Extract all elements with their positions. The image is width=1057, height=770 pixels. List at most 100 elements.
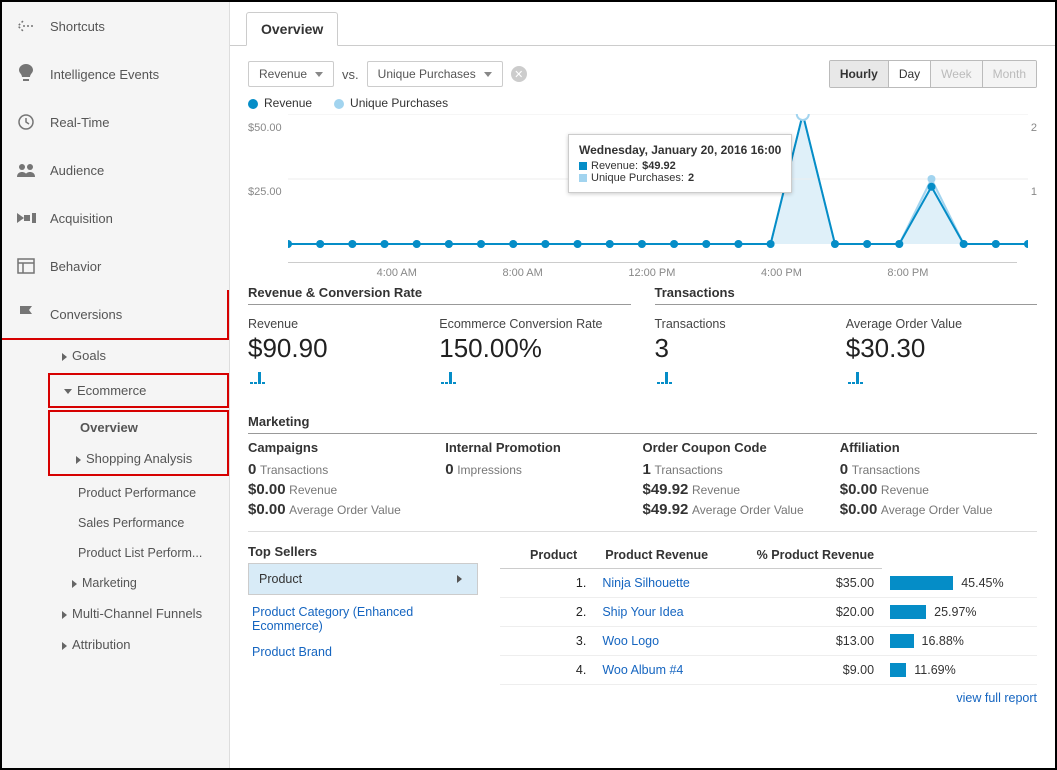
view-full-report-link[interactable]: view full report [230, 691, 1037, 705]
mk-line: 0 Transactions [248, 461, 445, 478]
time-toggle: Hourly Day Week Month [829, 60, 1037, 88]
metrics: Revenue $90.90 Ecommerce Conversion Rate… [248, 313, 631, 396]
highlight-ecommerce: Ecommerce [48, 373, 229, 408]
clear-metric-button[interactable]: ✕ [511, 66, 527, 82]
nav-label: Overview [80, 420, 138, 435]
nav-overview[interactable]: Overview [50, 412, 227, 443]
dimension-category-link[interactable]: Product Category (Enhanced Ecommerce) [248, 595, 478, 635]
mk-line: $49.92 Revenue [643, 481, 840, 498]
tooltip-value: $49.92 [642, 160, 676, 172]
nav-sales-performance[interactable]: Sales Performance [2, 508, 229, 538]
marketing-col: Affiliation0 Transactions$0.00 Revenue$0… [840, 440, 1037, 521]
pct-cell: 11.69% [882, 656, 1037, 685]
legend-label: Unique Purchases [350, 96, 448, 110]
th-revenue[interactable]: Product Revenue [594, 544, 716, 569]
tooltip-row: Unique Purchases: 2 [579, 172, 781, 184]
nav-label: Acquisition [50, 211, 113, 226]
metric1-select[interactable]: Revenue [248, 61, 334, 87]
marketing-columns: Campaigns0 Transactions$0.00 Revenue$0.0… [248, 440, 1037, 532]
nav-label: Shortcuts [50, 19, 105, 34]
dot-icon [248, 99, 258, 109]
x-tick: 8:00 PM [887, 267, 928, 279]
product-link[interactable]: Ship Your Idea [602, 605, 683, 619]
nav-label: Goals [72, 348, 106, 363]
nav-realtime[interactable]: Real-Time [2, 98, 229, 146]
top-sellers-dimensions: Top Sellers Product Product Category (En… [248, 544, 478, 685]
section-title: Revenue & Conversion Rate [248, 279, 631, 305]
mk-line: 0 Impressions [445, 461, 642, 478]
nav-multi-channel[interactable]: Multi-Channel Funnels [2, 598, 229, 629]
top-sellers: Top Sellers Product Product Category (En… [248, 544, 1037, 685]
sparkline [848, 370, 1037, 384]
nav-label: Behavior [50, 259, 101, 274]
product-revenue: $9.00 [716, 656, 882, 685]
chevron-right-icon [62, 353, 67, 361]
mk-head: Affiliation [840, 440, 1037, 455]
metric-value: $30.30 [846, 333, 1037, 364]
metric-value: 150.00% [439, 333, 630, 364]
y-tick: 1 [1031, 186, 1037, 198]
x-tick: 12:00 PM [628, 267, 675, 279]
row-index: 3. [500, 627, 594, 656]
toggle-hourly[interactable]: Hourly [830, 61, 888, 87]
x-tick: 4:00 PM [761, 267, 802, 279]
metric-selectors: Revenue vs. Unique Purchases ✕ [248, 61, 527, 87]
sidebar: Shortcuts Intelligence Events Real-Time … [2, 2, 230, 768]
metric-revenue: Revenue $90.90 [248, 313, 439, 396]
product-name: Ship Your Idea [594, 598, 716, 627]
toggle-month: Month [982, 61, 1036, 87]
nav-label: Attribution [72, 637, 131, 652]
arrow-right-icon [16, 208, 36, 228]
product-name: Woo Logo [594, 627, 716, 656]
table-row: 2. Ship Your Idea $20.00 25.97% [500, 598, 1037, 627]
row-index: 2. [500, 598, 594, 627]
clock-icon [16, 112, 36, 132]
product-link[interactable]: Ninja Silhouette [602, 576, 690, 590]
layout-icon [16, 256, 36, 276]
nav-intelligence[interactable]: Intelligence Events [2, 50, 229, 98]
mk-line: $0.00 Average Order Value [840, 501, 1037, 518]
chevron-down-icon [64, 389, 72, 394]
chart-tooltip: Wednesday, January 20, 2016 16:00 Revenu… [568, 134, 792, 193]
marketing-section: Marketing Campaigns0 Transactions$0.00 R… [248, 410, 1037, 532]
sparkline [250, 370, 439, 384]
nav-label: Product List Perform... [78, 546, 202, 560]
nav-shopping[interactable]: Shopping Analysis [50, 443, 227, 474]
metric2-select[interactable]: Unique Purchases [367, 61, 503, 87]
mk-line: $49.92 Average Order Value [643, 501, 840, 518]
y-tick: 2 [1031, 122, 1037, 134]
chart[interactable]: $50.00 $25.00 2 1 Wednesday, January 20,… [248, 114, 1037, 279]
chevron-right-icon [62, 642, 67, 650]
toggle-day[interactable]: Day [888, 61, 930, 87]
y-tick: $25.00 [248, 186, 282, 198]
nav-ecommerce[interactable]: Ecommerce [50, 375, 227, 406]
nav-audience[interactable]: Audience [2, 146, 229, 194]
th-pct[interactable]: % Product Revenue [716, 544, 882, 569]
nav-product-performance[interactable]: Product Performance [2, 478, 229, 508]
nav-marketing[interactable]: Marketing [2, 568, 229, 598]
summary-sections: Revenue & Conversion Rate Revenue $90.90… [248, 279, 1037, 396]
th-product[interactable]: Product [500, 544, 594, 569]
product-link[interactable]: Woo Album #4 [602, 663, 683, 677]
y-tick: $50.00 [248, 122, 282, 134]
nav-label: Product Performance [78, 486, 196, 500]
nav-product-list[interactable]: Product List Perform... [2, 538, 229, 568]
tooltip-row: Revenue: $49.92 [579, 160, 781, 172]
chart-legend: Revenue Unique Purchases [230, 92, 1055, 114]
tab-overview[interactable]: Overview [246, 12, 338, 46]
product-link[interactable]: Woo Logo [602, 634, 659, 648]
nav-conversions[interactable]: Conversions [2, 290, 229, 340]
mk-line: $0.00 Average Order Value [248, 501, 445, 518]
nav-behavior[interactable]: Behavior [2, 242, 229, 290]
product-revenue: $13.00 [716, 627, 882, 656]
marketing-col: Campaigns0 Transactions$0.00 Revenue$0.0… [248, 440, 445, 521]
nav-attribution[interactable]: Attribution [2, 629, 229, 660]
pct-cell: 45.45% [882, 569, 1037, 598]
nav-acquisition[interactable]: Acquisition [2, 194, 229, 242]
nav-shortcuts[interactable]: Shortcuts [2, 2, 229, 50]
dimension-brand-link[interactable]: Product Brand [248, 635, 478, 661]
select-label: Revenue [259, 67, 307, 81]
nav-goals[interactable]: Goals [2, 340, 229, 371]
row-index: 4. [500, 656, 594, 685]
dimension-product[interactable]: Product [248, 563, 478, 595]
